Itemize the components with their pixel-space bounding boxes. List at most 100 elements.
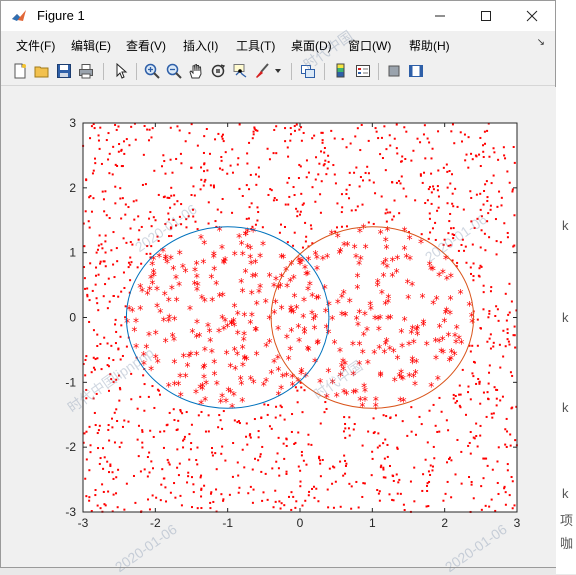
dot-point: [508, 343, 511, 346]
dot-point: [127, 261, 130, 264]
dot-point: [301, 411, 304, 414]
rotate-3d-button[interactable]: [208, 61, 228, 81]
dot-point: [460, 482, 463, 485]
star-point: *: [324, 251, 330, 265]
brush-button[interactable]: [252, 61, 272, 81]
dot-point: [479, 136, 482, 139]
dot-point: [486, 391, 489, 394]
dot-point: [420, 233, 423, 236]
menu-edit[interactable]: 编辑(E): [71, 37, 111, 54]
dot-point: [503, 485, 506, 488]
dot-point: [283, 457, 286, 460]
data-cursor-button[interactable]: [230, 61, 250, 81]
dot-point: [459, 393, 462, 396]
edit-plot-button[interactable]: [111, 61, 131, 81]
zoom-in-button[interactable]: [142, 61, 162, 81]
dot-point: [114, 163, 117, 166]
star-point: *: [198, 232, 204, 246]
close-button[interactable]: [509, 1, 555, 31]
dot-point: [112, 231, 115, 234]
dot-point: [413, 466, 416, 469]
dot-point: [506, 430, 509, 433]
dot-point: [318, 455, 321, 458]
dot-point: [470, 483, 473, 486]
brush-menu-button[interactable]: [272, 61, 284, 81]
dot-point: [447, 429, 450, 432]
hide-plot-tools-button[interactable]: [384, 61, 404, 81]
pan-button[interactable]: [186, 61, 206, 81]
dot-point: [429, 231, 432, 234]
star-point: *: [314, 252, 320, 266]
legend-button[interactable]: [353, 61, 373, 81]
dot-point: [468, 476, 471, 479]
dot-point: [301, 504, 304, 507]
dot-point: [238, 187, 241, 190]
new-figure-button[interactable]: [10, 61, 30, 81]
dot-point: [297, 177, 300, 180]
dot-point: [453, 142, 456, 145]
dot-point: [483, 130, 486, 133]
dot-point: [202, 184, 205, 187]
menu-help[interactable]: 帮助(H): [409, 37, 450, 54]
star-point: *: [398, 326, 404, 340]
dot-point: [114, 123, 117, 126]
dot-point: [506, 170, 509, 173]
dot-point: [320, 131, 323, 134]
dot-point: [248, 206, 251, 209]
dot-point: [108, 357, 111, 360]
dot-point: [166, 458, 169, 461]
dot-point: [224, 459, 227, 462]
dot-point: [148, 217, 151, 220]
dot-point: [384, 212, 387, 215]
dot-point: [339, 505, 342, 508]
dot-point: [206, 169, 209, 172]
dot-point: [425, 505, 428, 508]
dot-point: [497, 446, 500, 449]
dot-point: [124, 203, 127, 206]
print-button[interactable]: [76, 61, 96, 81]
dot-point: [112, 477, 115, 480]
dot-point: [117, 150, 120, 153]
dot-point: [426, 482, 429, 485]
dot-point: [248, 434, 251, 437]
dot-point: [340, 193, 343, 196]
star-point: *: [177, 247, 183, 261]
dot-point: [382, 468, 385, 471]
colorbar-button[interactable]: [331, 61, 351, 81]
dot-point: [506, 236, 509, 239]
show-plot-tools-button[interactable]: [406, 61, 426, 81]
dot-point: [251, 468, 254, 471]
open-file-button[interactable]: [32, 61, 52, 81]
menu-view[interactable]: 查看(V): [126, 37, 166, 54]
dot-point: [178, 462, 181, 465]
menu-insert[interactable]: 插入(I): [183, 37, 218, 54]
dot-point: [451, 123, 454, 126]
dot-point: [480, 485, 483, 488]
dot-point: [419, 174, 422, 177]
zoom-out-button[interactable]: [164, 61, 184, 81]
dot-point: [115, 408, 118, 411]
dot-point: [469, 452, 472, 455]
menu-file[interactable]: 文件(F): [16, 37, 55, 54]
dot-point: [119, 335, 122, 338]
save-button[interactable]: [54, 61, 74, 81]
title-bar[interactable]: Figure 1: [1, 1, 555, 31]
figure-canvas: * * * * * * * * * * * * * * * * * * * * * * * * * * * * * * * * * * * * * * * *…: [2, 87, 556, 567]
minimize-button[interactable]: [417, 1, 463, 31]
maximize-button[interactable]: [463, 1, 509, 31]
dot-point: [319, 211, 322, 214]
dot-point: [304, 221, 307, 224]
chevron-down-icon: [275, 69, 281, 73]
dot-point: [169, 158, 172, 161]
dot-point: [274, 416, 277, 419]
dot-point: [149, 252, 152, 255]
menu-tools[interactable]: 工具(T): [236, 37, 275, 54]
dot-point: [261, 499, 264, 502]
dock-arrow-icon[interactable]: ↘: [537, 37, 545, 48]
dot-point: [469, 190, 472, 193]
dot-point: [382, 466, 385, 469]
dot-point: [273, 128, 276, 131]
dot-point: [114, 185, 117, 188]
dot-point: [401, 420, 404, 423]
dot-point: [236, 163, 239, 166]
